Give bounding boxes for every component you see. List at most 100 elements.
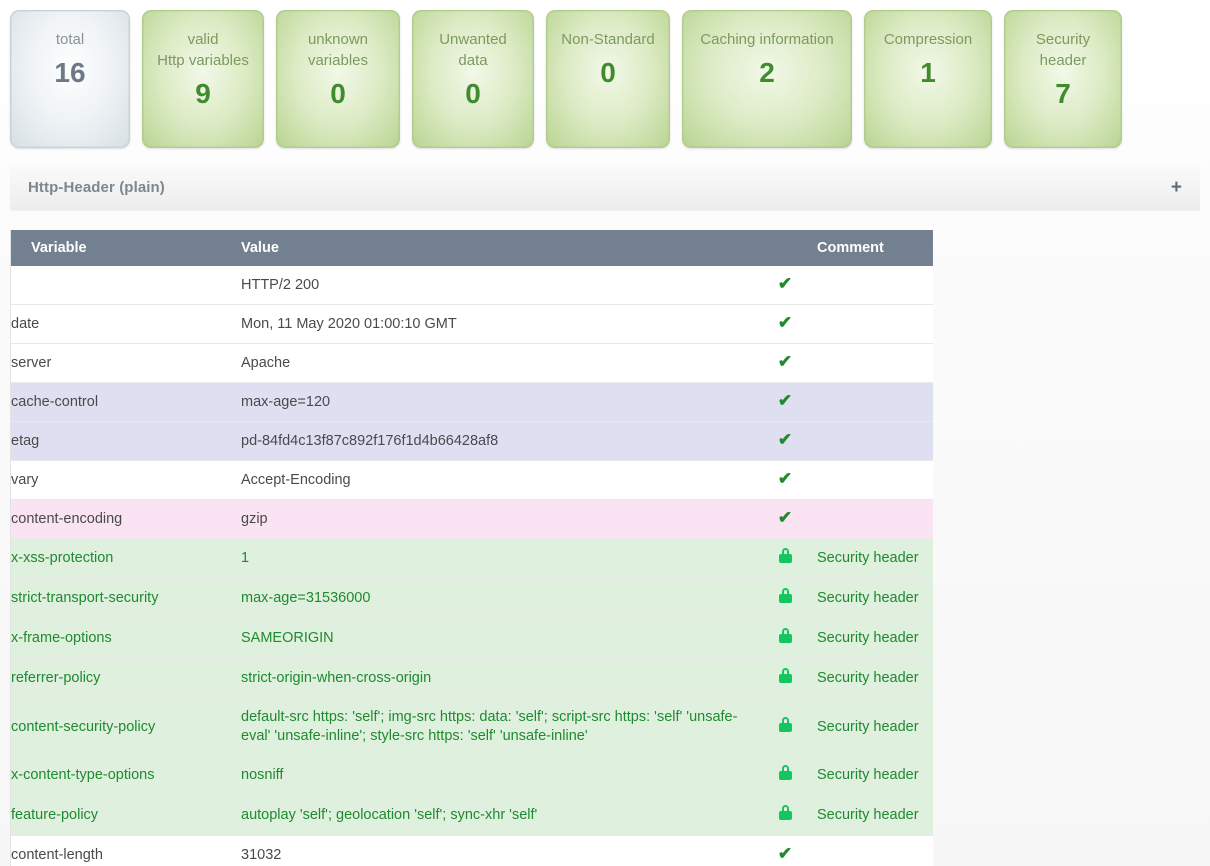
lock-icon (753, 578, 817, 619)
cell-comment: Security header (817, 618, 933, 659)
check-icon: ✔ (753, 421, 817, 461)
cell-value: max-age=31536000 (241, 578, 753, 619)
table-row[interactable]: x-xss-protection 1 Security header (11, 538, 933, 579)
cell-comment (817, 460, 933, 500)
summary-cards: total 16 valid Http variables 9 unknown vari… (10, 10, 1134, 148)
summary-card[interactable]: Security header 7 (1004, 10, 1122, 148)
page-root: total 16 valid Http variables 9 unknown vari… (0, 0, 1210, 866)
check-icon: ✔ (753, 304, 817, 344)
table-row[interactable]: strict-transport-security max-age=3153600… (11, 578, 933, 619)
cell-comment (817, 499, 933, 539)
table-row[interactable]: content-encoding gzip ✔ (11, 499, 933, 539)
table-row[interactable]: vary Accept-Encoding ✔ (11, 460, 933, 500)
cell-value: Mon, 11 May 2020 01:00:10 GMT (241, 304, 753, 344)
table-row[interactable]: date Mon, 11 May 2020 01:00:10 GMT ✔ (11, 304, 933, 344)
cell-value: pd-84fd4c13f87c892f176f1d4b66428af8 (241, 421, 753, 461)
summary-card[interactable]: Compression 1 (864, 10, 992, 148)
cell-value: Accept-Encoding (241, 460, 753, 500)
summary-card-value: 0 (600, 57, 616, 88)
check-icon: ✔ (753, 460, 817, 500)
table-row[interactable]: x-content-type-options nosniff Security he… (11, 755, 933, 796)
cell-variable: vary (11, 460, 241, 500)
cell-variable: x-content-type-options (11, 755, 241, 796)
summary-card[interactable]: Unwanted data 0 (412, 10, 534, 148)
lock-icon (753, 755, 817, 796)
summary-card-value: 9 (195, 78, 211, 109)
summary-card-label: total (55, 31, 85, 48)
cell-comment (817, 421, 933, 461)
table-row[interactable]: referrer-policy strict-origin-when-cross-… (11, 658, 933, 699)
table-head: Variable Value Comment (11, 230, 933, 266)
summary-card-label: Security header (1035, 31, 1091, 69)
lock-icon (753, 795, 817, 836)
cell-value: strict-origin-when-cross-origin (241, 658, 753, 699)
section-title: Http-Header (plain) (28, 179, 165, 196)
cell-variable: x-xss-protection (11, 538, 241, 579)
table-row[interactable]: cache-control max-age=120 ✔ (11, 382, 933, 422)
cell-comment (817, 304, 933, 344)
summary-card-label: Compression (883, 31, 973, 48)
table-header-row: Variable Value Comment (11, 230, 933, 266)
cell-variable: referrer-policy (11, 658, 241, 699)
cell-value: HTTP/2 200 (241, 266, 753, 305)
cell-variable: etag (11, 421, 241, 461)
column-header-variable[interactable]: Variable (11, 230, 241, 266)
column-header-value[interactable]: Value (241, 230, 753, 266)
cell-variable: date (11, 304, 241, 344)
summary-card-value: 0 (465, 78, 481, 109)
summary-card[interactable]: total 16 (10, 10, 130, 148)
cell-variable: feature-policy (11, 795, 241, 836)
summary-card[interactable]: valid Http variables 9 (142, 10, 264, 148)
check-icon: ✔ (753, 499, 817, 539)
cell-value: nosniff (241, 755, 753, 796)
lock-icon (753, 538, 817, 579)
summary-card-label: valid Http variables (157, 31, 249, 69)
cell-variable: strict-transport-security (11, 578, 241, 619)
cell-variable: server (11, 343, 241, 383)
lock-icon (753, 698, 817, 756)
cell-variable: x-frame-options (11, 618, 241, 659)
cell-value: max-age=120 (241, 382, 753, 422)
cell-value: SAMEORIGIN (241, 618, 753, 659)
cell-comment: Security header (817, 538, 933, 579)
http-header-table-wrap: Variable Value Comment HTTP/2 200 ✔ date Mo… (10, 230, 933, 866)
summary-card[interactable]: Caching information 2 (682, 10, 852, 148)
cell-variable (11, 266, 241, 305)
lock-icon (753, 618, 817, 659)
cell-value: 1 (241, 538, 753, 579)
http-header-section-bar[interactable]: Http-Header (plain) + (10, 165, 1200, 210)
table-body: HTTP/2 200 ✔ date Mon, 11 May 2020 01:00:10… (11, 266, 933, 866)
table-row[interactable]: etag pd-84fd4c13f87c892f176f1d4b66428af8 ✔ (11, 421, 933, 461)
table-row[interactable]: x-frame-options SAMEORIGIN Security header (11, 618, 933, 659)
summary-card-value: 1 (920, 57, 936, 88)
summary-card-value: 0 (330, 78, 346, 109)
summary-card-label: Caching information (700, 31, 834, 48)
cell-comment: Security header (817, 795, 933, 836)
http-header-table: Variable Value Comment HTTP/2 200 ✔ date Mo… (11, 230, 933, 866)
table-row[interactable]: feature-policy autoplay 'self'; geolocati… (11, 795, 933, 836)
summary-card-label: Unwanted data (439, 31, 507, 69)
check-icon: ✔ (753, 266, 817, 305)
summary-card[interactable]: Non-Standard 0 (546, 10, 670, 148)
cell-variable: cache-control (11, 382, 241, 422)
cell-comment: Security header (817, 658, 933, 699)
table-row[interactable]: server Apache ✔ (11, 343, 933, 383)
summary-card[interactable]: unknown variables 0 (276, 10, 400, 148)
summary-card-label: unknown variables (307, 31, 369, 69)
cell-comment (817, 266, 933, 305)
table-row[interactable]: content-length 31032 ✔ (11, 835, 933, 866)
cell-comment: Security header (817, 755, 933, 796)
table-row[interactable]: HTTP/2 200 ✔ (11, 266, 933, 305)
check-icon: ✔ (753, 835, 817, 866)
cell-comment (817, 382, 933, 422)
cell-variable: content-encoding (11, 499, 241, 539)
plus-icon[interactable]: + (1171, 178, 1182, 197)
column-header-comment[interactable]: Comment (817, 230, 933, 266)
summary-card-value: 7 (1055, 78, 1071, 109)
summary-card-value: 2 (759, 57, 775, 88)
cell-comment: Security header (817, 698, 933, 756)
cell-value: gzip (241, 499, 753, 539)
cell-value: 31032 (241, 835, 753, 866)
table-row[interactable]: content-security-policy default-src https… (11, 698, 933, 756)
summary-card-label: Non-Standard (561, 31, 655, 48)
